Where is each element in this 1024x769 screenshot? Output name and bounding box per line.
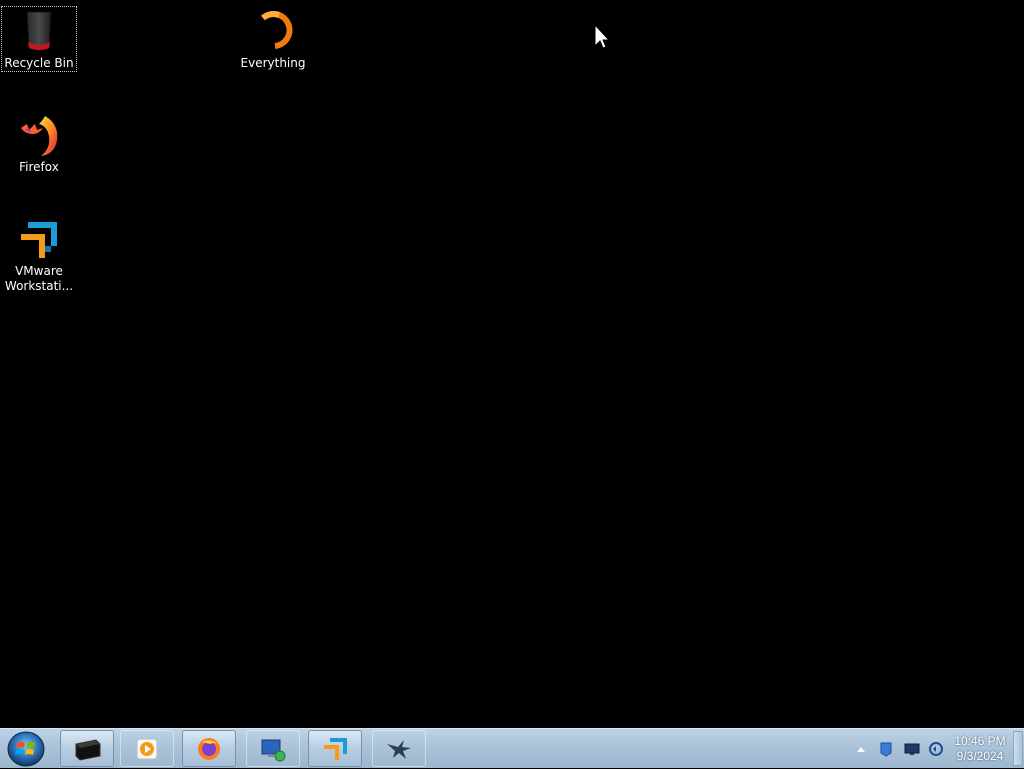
taskbar-command-prompt-button[interactable] (60, 730, 114, 767)
desktop-icon-recycle-bin[interactable]: Recycle Bin (1, 6, 77, 72)
network-shield-icon[interactable] (878, 741, 894, 757)
taskbar-eagle-app-button[interactable] (372, 730, 426, 767)
everything-search-icon (261, 11, 293, 49)
vmware-workstation-icon (324, 737, 347, 760)
display-icon[interactable] (904, 741, 920, 757)
taskbar-firefox-button[interactable] (182, 730, 236, 767)
taskbar-vmware-button[interactable] (308, 730, 362, 767)
volume-network-icon[interactable] (928, 741, 944, 757)
desktop-icon-vmware-workstation[interactable]: VMware Workstati... (1, 214, 77, 296)
clock-time: 10:46 PM (954, 734, 1006, 748)
taskbar-media-player-button[interactable] (120, 730, 174, 767)
command-prompt-icon (75, 738, 101, 761)
desktop-icon-label: Firefox (19, 160, 59, 174)
firefox-icon (21, 116, 58, 156)
desktop-icon-label: Everything (240, 56, 306, 70)
mouse-cursor-icon (594, 24, 610, 49)
media-player-icon (136, 738, 158, 759)
recycle-bin-icon (26, 11, 52, 51)
show-hidden-icons-arrow[interactable] (856, 741, 866, 757)
desktop-icon-everything[interactable]: Everything (235, 6, 311, 72)
desktop-icon-label: VMware Workstati... (4, 264, 74, 293)
desktop[interactable]: Recycle Bin Everything Firefox VMware Wo… (0, 0, 1024, 728)
firefox-icon (198, 737, 220, 760)
desktop-icon-firefox[interactable]: Firefox (1, 110, 77, 176)
vmware-workstation-icon (21, 222, 57, 258)
desktop-icon-label: Recycle Bin (4, 56, 74, 70)
windows-start-icon[interactable] (6, 730, 46, 768)
remote-desktop-icon (261, 739, 286, 761)
taskbar: 10:46 PM 9/3/2024 (0, 728, 1024, 768)
taskbar-remote-desktop-button[interactable] (246, 730, 300, 767)
taskbar-clock[interactable]: 10:46 PM 9/3/2024 (950, 734, 1010, 764)
system-tray: 10:46 PM 9/3/2024 (834, 729, 1024, 769)
show-desktop-button[interactable] (1013, 731, 1023, 766)
clock-date: 9/3/2024 (956, 749, 1004, 763)
eagle-app-icon (387, 739, 411, 759)
